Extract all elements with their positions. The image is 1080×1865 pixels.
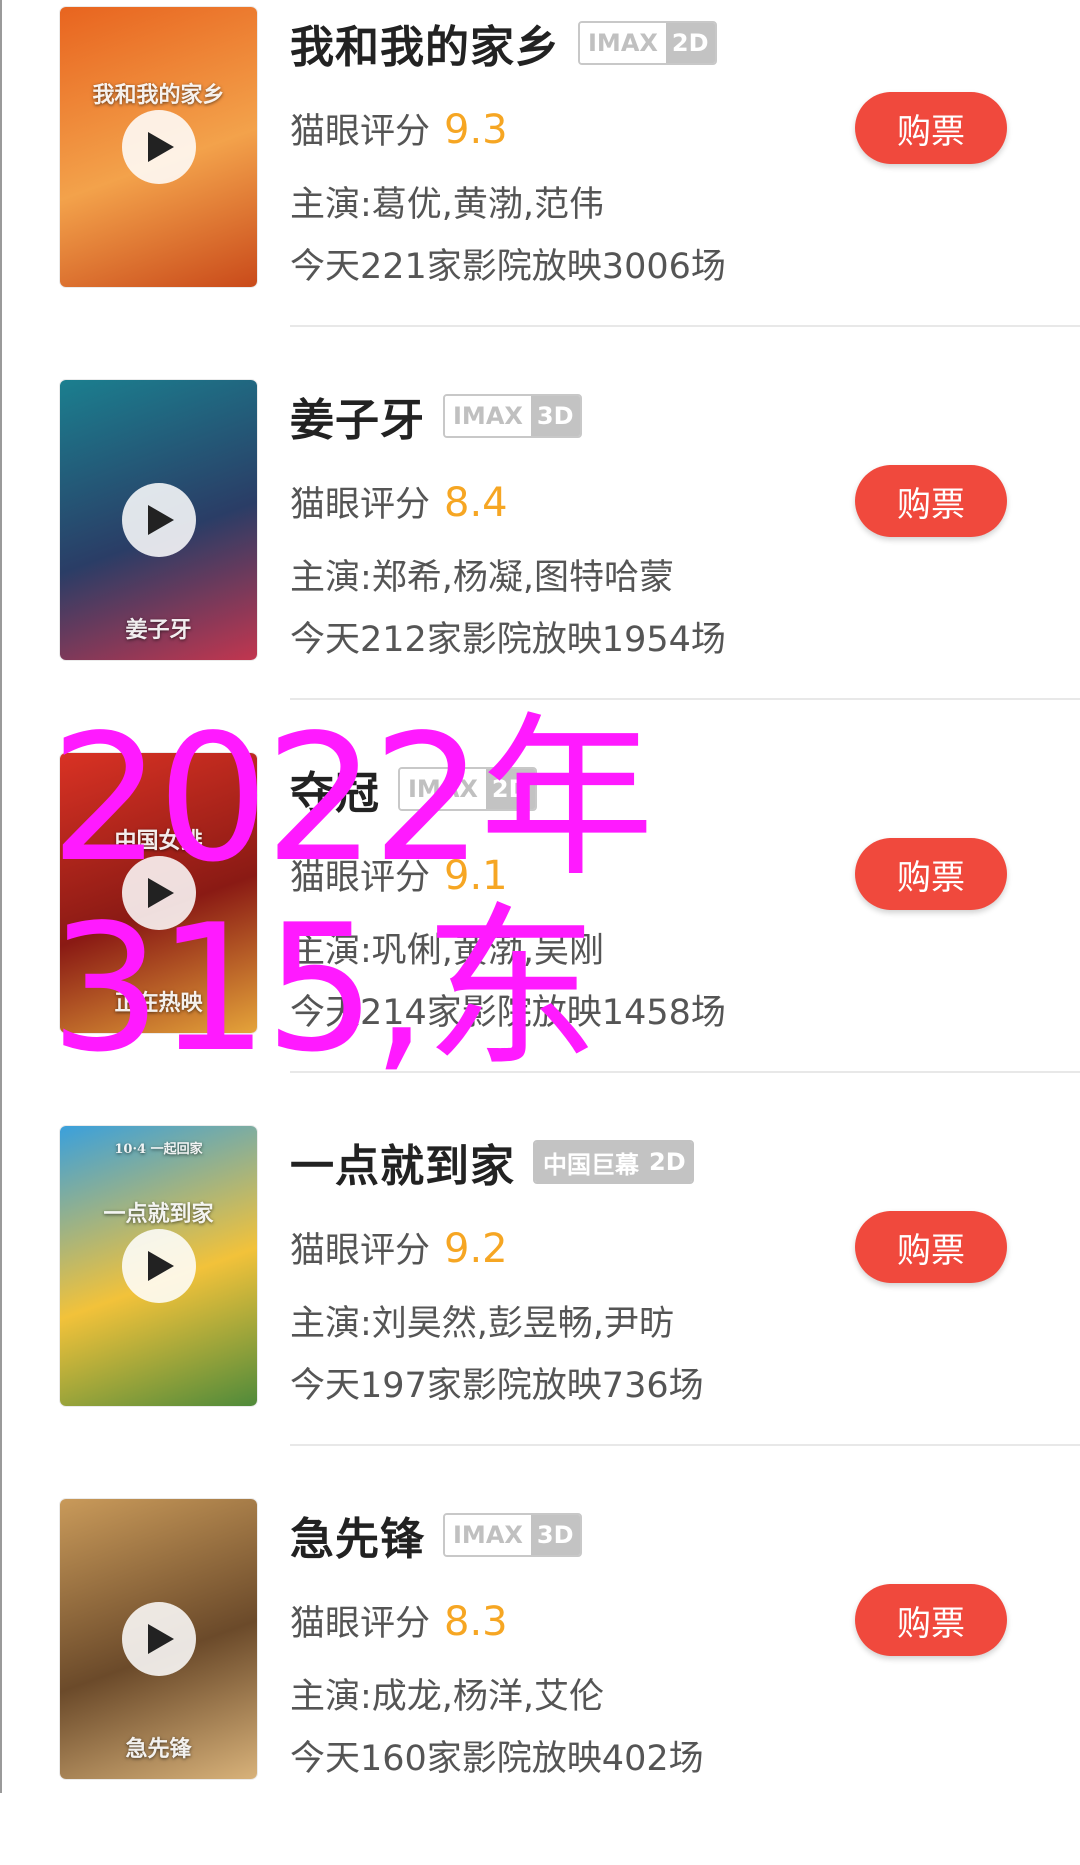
play-icon (148, 1624, 174, 1654)
play-icon (148, 1251, 174, 1281)
divider (290, 1444, 1080, 1446)
score-value: 9.1 (444, 853, 508, 899)
score-value: 9.3 (444, 107, 508, 153)
score-line: 猫眼评分 8.3 (290, 1595, 508, 1646)
badge-dimension: 2D (665, 23, 715, 63)
version-badge: IMAX 3D (443, 394, 582, 438)
movie-item[interactable]: 10·4 一起回家 一点就到家 一点就到家 中国巨幕 2D 猫眼评分 9.2 主… (0, 1119, 1080, 1492)
score-label: 猫眼评分 (290, 858, 431, 898)
movie-item[interactable]: 我和我的家乡 我和我的家乡 IMAX 2D 猫眼评分 9.3 主演:葛优,黄渤,… (0, 0, 1080, 373)
divider (290, 698, 1080, 700)
badge-format: IMAX (445, 1515, 531, 1555)
showings-line: 今天160家影院放映402场 (290, 1739, 704, 1779)
buy-ticket-button[interactable]: 购票 (855, 1211, 1007, 1283)
play-trailer-button[interactable] (121, 856, 196, 930)
play-trailer-button[interactable] (121, 110, 196, 184)
score-label: 猫眼评分 (290, 485, 431, 525)
version-badge: IMAX 3D (443, 1513, 582, 1557)
score-value: 9.2 (444, 1226, 508, 1272)
movie-item[interactable]: 中国女排 正在热映 夺冠 IMAX 2D 猫眼评分 9.1 主演:巩俐,黄渤,吴… (0, 746, 1080, 1119)
badge-dimension: 2D (485, 769, 535, 809)
showings-line: 今天197家影院放映736场 (290, 1366, 704, 1406)
cast-line: 主演:葛优,黄渤,范伟 (290, 185, 605, 225)
title-row: 急先锋 IMAX 3D (290, 1510, 582, 1565)
badge-format: IMAX (400, 769, 486, 809)
badge-format: IMAX (445, 396, 531, 436)
movie-item[interactable]: 姜子牙 姜子牙 IMAX 3D 猫眼评分 8.4 主演:郑希,杨凝,图特哈蒙 今… (0, 373, 1080, 746)
movie-poster[interactable]: 姜子牙 (60, 380, 257, 660)
poster-title-art: 一点就到家 (103, 1201, 214, 1227)
badge-dimension: 2D (643, 1142, 692, 1182)
poster-tagline: 10·4 一起回家 (114, 1142, 203, 1157)
cast-line: 主演:郑希,杨凝,图特哈蒙 (290, 558, 675, 598)
buy-ticket-button[interactable]: 购票 (855, 1584, 1007, 1656)
movie-poster[interactable]: 10·4 一起回家 一点就到家 (60, 1126, 257, 1406)
version-badge: 中国巨幕 2D (533, 1140, 694, 1184)
play-icon (148, 878, 174, 908)
poster-bottom-art: 急先锋 (125, 1736, 192, 1762)
cast-line: 主演:成龙,杨洋,艾伦 (290, 1677, 605, 1717)
divider (290, 1071, 1080, 1073)
movie-title[interactable]: 姜子牙 (290, 384, 425, 448)
movie-title[interactable]: 急先锋 (290, 1503, 425, 1567)
showings-line: 今天214家影院放映1458场 (290, 993, 726, 1033)
title-row: 我和我的家乡 IMAX 2D (290, 18, 717, 73)
cast-line: 主演:刘昊然,彭昱畅,尹昉 (290, 1304, 675, 1344)
movie-poster[interactable]: 急先锋 (60, 1499, 257, 1779)
title-row: 夺冠 IMAX 2D (290, 764, 537, 819)
poster-title-art: 我和我的家乡 (92, 82, 225, 108)
score-value: 8.4 (444, 480, 508, 526)
movie-title[interactable]: 夺冠 (290, 757, 380, 821)
badge-format: IMAX (580, 23, 666, 63)
play-trailer-button[interactable] (121, 483, 196, 557)
score-line: 猫眼评分 9.2 (290, 1222, 508, 1273)
cast-line: 主演:巩俐,黄渤,吴刚 (290, 931, 605, 971)
score-line: 猫眼评分 8.4 (290, 476, 508, 527)
movie-title[interactable]: 一点就到家 (290, 1130, 515, 1194)
movie-title[interactable]: 我和我的家乡 (290, 11, 560, 75)
score-line: 猫眼评分 9.1 (290, 849, 508, 900)
score-label: 猫眼评分 (290, 112, 431, 152)
play-icon (148, 505, 174, 535)
score-label: 猫眼评分 (290, 1604, 431, 1644)
score-value: 8.3 (444, 1599, 508, 1645)
badge-dimension: 3D (530, 1515, 580, 1555)
play-icon (148, 132, 174, 162)
play-trailer-button[interactable] (121, 1602, 196, 1676)
badge-dimension: 3D (530, 396, 580, 436)
divider (290, 325, 1080, 327)
poster-title-art: 中国女排 (114, 828, 203, 854)
title-row: 姜子牙 IMAX 3D (290, 391, 582, 446)
movie-item[interactable]: 急先锋 急先锋 IMAX 3D 猫眼评分 8.3 主演:成龙,杨洋,艾伦 今天1… (0, 1492, 1080, 1865)
score-label: 猫眼评分 (290, 1231, 431, 1271)
badge-format: 中国巨幕 (535, 1142, 643, 1182)
movie-poster[interactable]: 中国女排 正在热映 (60, 753, 257, 1033)
showings-line: 今天221家影院放映3006场 (290, 247, 726, 287)
poster-bottom-art: 正在热映 (114, 990, 203, 1016)
buy-ticket-button[interactable]: 购票 (855, 465, 1007, 537)
title-row: 一点就到家 中国巨幕 2D (290, 1137, 694, 1192)
poster-bottom-art: 姜子牙 (125, 617, 192, 643)
version-badge: IMAX 2D (578, 21, 717, 65)
version-badge: IMAX 2D (398, 767, 537, 811)
buy-ticket-button[interactable]: 购票 (855, 838, 1007, 910)
showings-line: 今天212家影院放映1954场 (290, 620, 726, 660)
play-trailer-button[interactable] (121, 1229, 196, 1303)
score-line: 猫眼评分 9.3 (290, 103, 508, 154)
movie-poster[interactable]: 我和我的家乡 (60, 7, 257, 287)
buy-ticket-button[interactable]: 购票 (855, 92, 1007, 164)
